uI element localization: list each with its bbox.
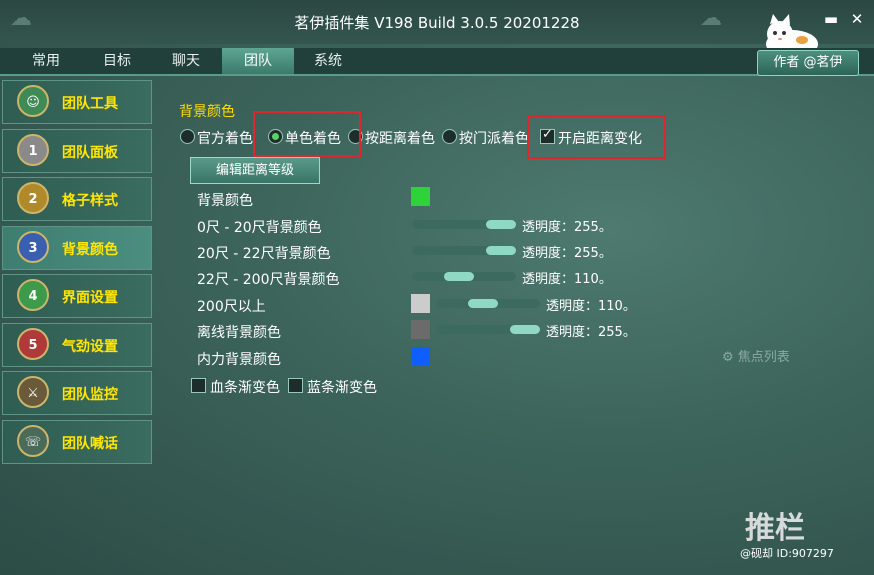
sidebar-item-team-panel[interactable]: 1 团队面板 [2, 128, 152, 173]
sidebar-item-label: 团队面板 [62, 144, 118, 161]
section-title: 背景颜色 [179, 104, 235, 120]
sidebar-item-label: 格子样式 [62, 193, 118, 209]
alpha-slider[interactable] [412, 246, 516, 255]
radio-dot [442, 129, 457, 144]
team-tools-icon: ☺ [17, 85, 49, 117]
radio-dot [180, 129, 195, 144]
alpha-value: 透明度：255。 [546, 325, 636, 340]
slider-thumb[interactable] [468, 299, 498, 308]
number-badge-icon: 3 [17, 230, 49, 263]
row-label: 22尺 - 200尺背景颜色 [197, 272, 340, 288]
edit-distance-levels-button[interactable]: 编辑距离等级 [190, 157, 320, 184]
alpha-value: 透明度：255。 [522, 246, 612, 261]
alpha-slider[interactable] [412, 220, 516, 229]
slider-thumb[interactable] [510, 325, 540, 334]
sidebar-item-label: 背景颜色 [62, 241, 118, 258]
sidebar-item-team-tools[interactable]: ☺ 团队工具 [2, 80, 152, 124]
highlight-box [527, 115, 666, 159]
slider-thumb[interactable] [486, 246, 516, 255]
sidebar-item-team-monitor[interactable]: ⚔ 团队监控 [2, 371, 152, 415]
hp-gradient-checkbox[interactable] [191, 378, 206, 393]
color-swatch[interactable] [411, 320, 430, 339]
main-content: 背景颜色 官方着色 单色着色 按距离着色 按门派着色 开启距离变化 [160, 80, 874, 570]
tab-system[interactable]: 系统 [292, 48, 364, 74]
slider-thumb[interactable] [486, 220, 516, 229]
alpha-value: 透明度：255。 [522, 220, 612, 235]
number-badge-icon: 1 [17, 133, 49, 166]
plugin-window: ☁ ☁ 茗伊插件集 V198 Build 3.0.5 20201228 ▬ ✕ … [0, 0, 874, 575]
number-badge-icon: 5 [17, 327, 49, 360]
alpha-slider[interactable] [436, 299, 540, 308]
close-icon[interactable]: ✕ [848, 10, 866, 28]
sword-icon: ⚔ [17, 376, 49, 408]
tab-chat[interactable]: 聊天 [150, 48, 222, 74]
row-label: 背景颜色 [197, 193, 253, 209]
shout-icon: ☏ [17, 424, 49, 457]
sidebar: ☺ 团队工具 1 团队面板 2 格子样式 3 背景颜色 4 界面设置 5 气劲设… [2, 80, 152, 468]
row-label: 离线背景颜色 [197, 325, 281, 341]
alpha-slider[interactable] [436, 325, 540, 334]
tab-bar: 常用 目标 聊天 团队 系统 [0, 48, 874, 76]
sidebar-item-ui-settings[interactable]: 4 界面设置 [2, 274, 152, 318]
sidebar-item-label: 气劲设置 [62, 338, 118, 355]
slider-thumb[interactable] [444, 272, 474, 281]
sidebar-item-label: 团队喊话 [62, 435, 118, 452]
row-label: 0尺 - 20尺背景颜色 [197, 220, 322, 236]
number-badge-icon: 4 [17, 279, 49, 311]
row-label: 20尺 - 22尺背景颜色 [197, 246, 331, 262]
sidebar-item-buff-settings[interactable]: 5 气劲设置 [2, 322, 152, 367]
author-button[interactable]: 作者 @茗伊 [757, 50, 859, 76]
tab-team[interactable]: 团队 [222, 48, 294, 74]
focus-list-label: ⚙ 焦点列表 [722, 350, 790, 365]
color-swatch[interactable] [411, 294, 430, 313]
row-label: 内力背景颜色 [197, 352, 281, 368]
number-badge-icon: 2 [17, 182, 49, 214]
title-bar[interactable]: ☁ ☁ 茗伊插件集 V198 Build 3.0.5 20201228 ▬ ✕ [0, 0, 874, 44]
sidebar-item-team-shout[interactable]: ☏ 团队喊话 [2, 419, 152, 464]
alpha-value: 透明度：110。 [522, 272, 612, 287]
watermark-id: @砚却 ID:907297 [740, 547, 834, 560]
row-label: 200尺以上 [197, 299, 266, 315]
window-title: 茗伊插件集 V198 Build 3.0.5 20201228 [294, 14, 580, 32]
minimize-icon[interactable]: ▬ [822, 10, 840, 28]
sidebar-item-background-color[interactable]: 3 背景颜色 [2, 225, 152, 270]
tab-common[interactable]: 常用 [10, 48, 82, 74]
highlight-box [253, 111, 361, 157]
color-swatch[interactable] [411, 347, 430, 366]
alpha-slider[interactable] [412, 272, 516, 281]
mp-gradient-checkbox[interactable] [288, 378, 303, 393]
sidebar-item-cell-style[interactable]: 2 格子样式 [2, 177, 152, 221]
watermark-logo: 推栏 [745, 511, 805, 546]
alpha-value: 透明度：110。 [546, 299, 636, 314]
tab-target[interactable]: 目标 [81, 48, 153, 74]
sidebar-item-label: 团队工具 [62, 96, 118, 112]
background-color-swatch[interactable] [411, 187, 430, 206]
sidebar-item-label: 团队监控 [62, 387, 118, 403]
sidebar-item-label: 界面设置 [62, 290, 118, 306]
